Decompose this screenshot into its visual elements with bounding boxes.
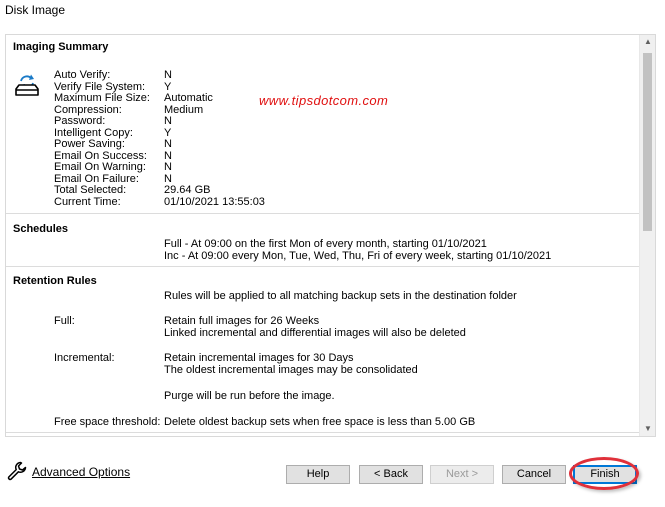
row-label: Email On Warning: bbox=[54, 161, 146, 173]
disk-image-window: Disk Image Imaging Summary www.tipsdotco… bbox=[0, 0, 665, 507]
back-button[interactable]: < Back bbox=[359, 465, 423, 484]
row-label: Total Selected: bbox=[54, 184, 127, 196]
row-label: Intelligent Copy: bbox=[54, 126, 133, 139]
row-value: Y bbox=[164, 126, 172, 139]
vertical-scrollbar[interactable]: ▲ ▼ bbox=[639, 35, 655, 436]
row-label: Auto Verify: bbox=[54, 69, 111, 81]
row-value: N bbox=[164, 138, 172, 150]
row-label: Maximum File Size: bbox=[54, 92, 150, 104]
row-value: 29.64 GB bbox=[164, 184, 211, 196]
retention-full-line: Retain full images for 26 Weeks bbox=[164, 315, 320, 327]
summary-content: Imaging Summary www.tipsdotcom.com Auto … bbox=[6, 35, 640, 436]
wizard-footer: Advanced Options Help < Back Next > Canc… bbox=[0, 440, 665, 507]
row-value: Y bbox=[164, 80, 172, 93]
wrench-icon[interactable] bbox=[7, 461, 27, 481]
drive-sync-icon bbox=[15, 74, 39, 96]
scroll-thumb[interactable] bbox=[643, 53, 652, 231]
help-button[interactable]: Help bbox=[286, 465, 350, 484]
row-label: Compression: bbox=[54, 103, 122, 116]
schedule-line-inc: Inc - At 09:00 every Mon, Tue, Wed, Thu,… bbox=[164, 250, 552, 262]
row-label: Email On Success: bbox=[54, 149, 147, 162]
retention-incremental-line: Retain incremental images for 30 Days bbox=[164, 352, 354, 364]
retention-intro: Rules will be applied to all matching ba… bbox=[164, 290, 517, 302]
window-title: Disk Image bbox=[5, 3, 66, 17]
row-value: Automatic bbox=[164, 92, 213, 104]
retention-rules-title: Retention Rules bbox=[13, 275, 97, 287]
finish-highlight-annotation bbox=[569, 457, 639, 490]
row-label: Email On Failure: bbox=[54, 172, 139, 185]
retention-incremental-line: The oldest incremental images may be con… bbox=[164, 364, 418, 376]
row-value: N bbox=[164, 149, 172, 162]
summary-pane[interactable]: Imaging Summary www.tipsdotcom.com Auto … bbox=[5, 34, 656, 437]
row-label: Power Saving: bbox=[54, 138, 125, 150]
retention-full-line: Linked incremental and differential imag… bbox=[164, 327, 466, 339]
next-button[interactable]: Next > bbox=[430, 465, 494, 484]
row-value: N bbox=[164, 115, 172, 127]
schedule-line-full: Full - At 09:00 on the first Mon of ever… bbox=[164, 238, 487, 250]
retention-full-label: Full: bbox=[54, 315, 75, 327]
row-value: N bbox=[164, 161, 172, 173]
row-value: Medium bbox=[164, 103, 204, 116]
schedules-title: Schedules bbox=[13, 223, 69, 235]
row-label: Verify File System: bbox=[54, 80, 146, 93]
free-space-threshold-value: Delete oldest backup sets when free spac… bbox=[164, 416, 476, 428]
scroll-down-arrow-icon[interactable]: ▼ bbox=[640, 422, 655, 436]
watermark-text: www.tipsdotcom.com bbox=[259, 93, 389, 108]
row-value: 01/10/2021 13:55:03 bbox=[164, 195, 265, 208]
section-divider bbox=[6, 213, 640, 214]
row-value: N bbox=[164, 172, 172, 185]
section-divider bbox=[6, 266, 640, 267]
row-value: N bbox=[164, 69, 172, 81]
imaging-summary-title: Imaging Summary bbox=[13, 41, 109, 53]
scroll-up-arrow-icon[interactable]: ▲ bbox=[640, 35, 655, 49]
retention-purge: Purge will be run before the image. bbox=[164, 390, 335, 402]
row-label: Password: bbox=[54, 115, 106, 127]
cancel-button[interactable]: Cancel bbox=[502, 465, 566, 484]
row-label: Current Time: bbox=[54, 195, 121, 208]
retention-incremental-label: Incremental: bbox=[54, 352, 115, 364]
advanced-options-link[interactable]: Advanced Options bbox=[32, 465, 130, 479]
free-space-threshold-label: Free space threshold: bbox=[54, 416, 161, 428]
section-divider bbox=[6, 432, 640, 433]
